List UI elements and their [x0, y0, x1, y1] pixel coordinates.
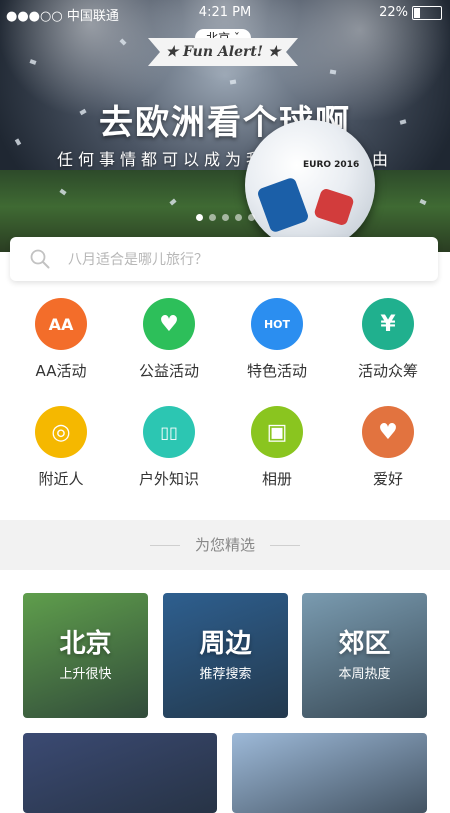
- carousel-dot[interactable]: [235, 214, 242, 221]
- football-image: EURO 2016: [245, 120, 375, 250]
- heart-bubble-icon: ♥: [362, 406, 414, 458]
- heart-hand-icon: ♥: [143, 298, 195, 350]
- category-glyph: ▯▯: [160, 422, 178, 442]
- category-label: 相册: [261, 470, 292, 488]
- card-subtitle: 本周热度: [338, 667, 391, 682]
- category-item[interactable]: ♥ 爱好: [333, 406, 443, 502]
- card-title: 郊区: [338, 629, 391, 659]
- carousel-dot[interactable]: [196, 214, 203, 221]
- category-label: AA活动: [35, 362, 87, 380]
- category-label: 户外知识: [138, 470, 199, 488]
- banner-headline: 去欧洲看个球啊: [99, 103, 351, 143]
- category-item[interactable]: ¥ 活动众筹: [333, 298, 443, 394]
- ball-text: EURO 2016: [303, 160, 360, 170]
- category-label: 爱好: [372, 470, 403, 488]
- card-subtitle: 上升很快: [59, 667, 112, 682]
- card-title: 北京: [59, 629, 112, 659]
- search-bar[interactable]: 八月适合是哪儿旅行？: [10, 237, 438, 281]
- hero-banner[interactable]: ●●●○○ 中国联通 4:21 PM 22% 北京 ˇ ★ Fun Alert!…: [0, 0, 450, 252]
- category-item[interactable]: AA AA活动: [6, 298, 116, 394]
- category-glyph: ¥: [380, 311, 396, 337]
- yen-hand-icon: ¥: [362, 298, 414, 350]
- divider: [150, 545, 181, 546]
- banner-subline: 任何事情都可以成为我们旅行的理由: [56, 150, 393, 169]
- category-glyph: AA: [48, 314, 74, 334]
- category-glyph: ♥: [159, 311, 179, 337]
- carousel-dots[interactable]: [196, 214, 255, 221]
- category-item[interactable]: ◎ 附近人: [6, 406, 116, 502]
- category-item[interactable]: ♥ 公益活动: [114, 298, 224, 394]
- destination-card[interactable]: 北京 上升很快: [23, 593, 148, 718]
- carousel-dot[interactable]: [248, 214, 255, 221]
- battery-percent: 22%: [379, 5, 408, 20]
- search-icon: [30, 249, 50, 269]
- battery-icon: [412, 5, 442, 20]
- category-item[interactable]: HOT 特色活动: [222, 298, 332, 394]
- search-placeholder: 八月适合是哪儿旅行？: [68, 252, 208, 268]
- radar-icon: ◎: [35, 406, 87, 458]
- category-label: 附近人: [38, 470, 84, 488]
- category-label: 活动众筹: [357, 362, 418, 380]
- destination-card[interactable]: [232, 733, 427, 813]
- card-title: 周边: [199, 629, 252, 659]
- category-glyph: ▣: [266, 419, 288, 445]
- category-label: 公益活动: [138, 362, 199, 380]
- destination-card[interactable]: 周边 推荐搜索: [163, 593, 288, 718]
- section-header: 为您精选: [0, 520, 450, 570]
- category-item[interactable]: ▣ 相册: [222, 406, 332, 502]
- section-title: 为您精选: [194, 536, 255, 554]
- category-label: 特色活动: [246, 362, 307, 380]
- hot-fire-icon: HOT: [251, 298, 303, 350]
- album-icon: ▣: [251, 406, 303, 458]
- aa-icon: AA: [35, 298, 87, 350]
- category-glyph: ♥: [378, 419, 398, 445]
- carousel-dot[interactable]: [209, 214, 216, 221]
- fun-alert-ribbon: ★ Fun Alert! ★: [148, 38, 298, 66]
- destination-card[interactable]: 郊区 本周热度: [302, 593, 427, 718]
- battery-status: 22%: [379, 5, 442, 20]
- card-subtitle: 推荐搜索: [199, 667, 252, 682]
- category-glyph: ◎: [51, 419, 71, 445]
- category-glyph: HOT: [263, 317, 291, 331]
- carousel-dot[interactable]: [222, 214, 229, 221]
- destination-card[interactable]: [23, 733, 217, 813]
- divider: [269, 545, 300, 546]
- status-bar: ●●●○○ 中国联通 4:21 PM 22%: [0, 0, 450, 26]
- book-icon: ▯▯: [143, 406, 195, 458]
- category-item[interactable]: ▯▯ 户外知识: [114, 406, 224, 502]
